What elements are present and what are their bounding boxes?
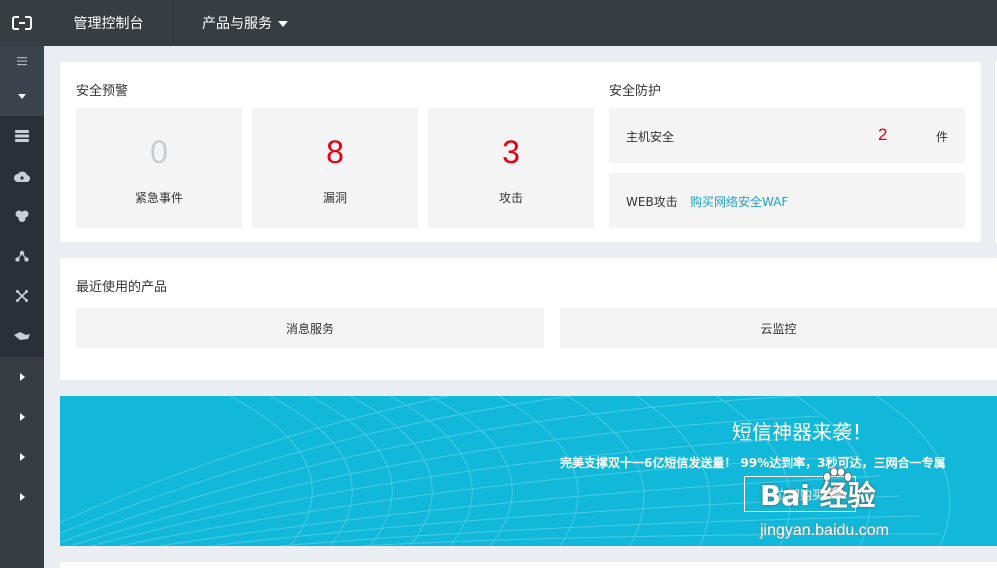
security-protection-title: 安全防护 — [609, 84, 662, 99]
stat-label: 攻击 — [498, 191, 523, 205]
product-card-cloud-monitor[interactable]: 云监控 — [560, 308, 997, 348]
watermark-brand: Bai 经验 — [760, 479, 876, 512]
truck-icon[interactable] — [0, 316, 44, 356]
stat-label: 漏洞 — [322, 191, 347, 205]
host-security-row[interactable]: 主机安全 2 件 — [609, 108, 965, 163]
menu-icon[interactable] — [0, 46, 44, 76]
cloud-icon[interactable] — [0, 156, 44, 196]
watermark-url: jingyan.baidu.com — [760, 522, 889, 539]
products-menu-label: 产品与服务 — [202, 16, 272, 32]
stat-value: 0 — [150, 134, 168, 170]
product-card-message-service[interactable]: 消息服务 — [76, 308, 544, 348]
network-icon[interactable] — [0, 236, 44, 276]
server-icon[interactable] — [0, 116, 44, 156]
chevron-down-icon — [278, 21, 288, 27]
expand-icon[interactable] — [0, 397, 44, 437]
host-security-label: 主机安全 — [626, 130, 675, 144]
aliyun-logo-icon[interactable] — [0, 0, 44, 46]
console-link[interactable]: 管理控制台 — [44, 0, 174, 46]
stat-value: 3 — [502, 134, 520, 170]
host-security-count: 2 — [878, 125, 888, 144]
bottom-panel-edge — [60, 562, 997, 568]
stat-card-attack[interactable]: 3 攻击 — [428, 108, 594, 228]
expand-icon[interactable] — [0, 477, 44, 517]
security-panel: 安全预警 0 紧急事件 8 漏洞 3 攻击 安全防护 主机安全 2 件 WEB攻… — [60, 62, 981, 242]
stat-card-emergency[interactable]: 0 紧急事件 — [76, 108, 242, 228]
share-icon[interactable] — [0, 276, 44, 316]
recent-products-title: 最近使用的产品 — [76, 280, 168, 295]
web-attack-label: WEB攻击 — [626, 195, 678, 209]
buy-waf-link[interactable]: 购买网络安全WAF — [690, 193, 788, 210]
recent-products-panel: 最近使用的产品 消息服务 云监控 — [60, 258, 997, 380]
puzzle-icon[interactable] — [0, 196, 44, 236]
baidu-jingyan-watermark: Bai 经验 jingyan.baidu.com — [760, 462, 960, 552]
expand-icon[interactable] — [0, 437, 44, 477]
top-navbar: 管理控制台 产品与服务 — [0, 0, 997, 46]
sidebar-secondary-group — [0, 357, 44, 568]
sidebar — [0, 46, 44, 568]
collapse-icon[interactable] — [0, 76, 44, 116]
stat-value: 8 — [326, 134, 344, 170]
expand-icon[interactable] — [0, 357, 44, 397]
banner-title: 短信神器来袭！ — [732, 420, 872, 444]
stat-card-vulnerability[interactable]: 8 漏洞 — [252, 108, 418, 228]
web-attack-row: WEB攻击 购买网络安全WAF — [609, 173, 965, 228]
security-alert-title: 安全预警 — [76, 84, 129, 99]
stat-label: 紧急事件 — [134, 191, 183, 205]
products-menu[interactable]: 产品与服务 — [174, 0, 316, 46]
host-security-unit: 件 — [936, 130, 949, 144]
